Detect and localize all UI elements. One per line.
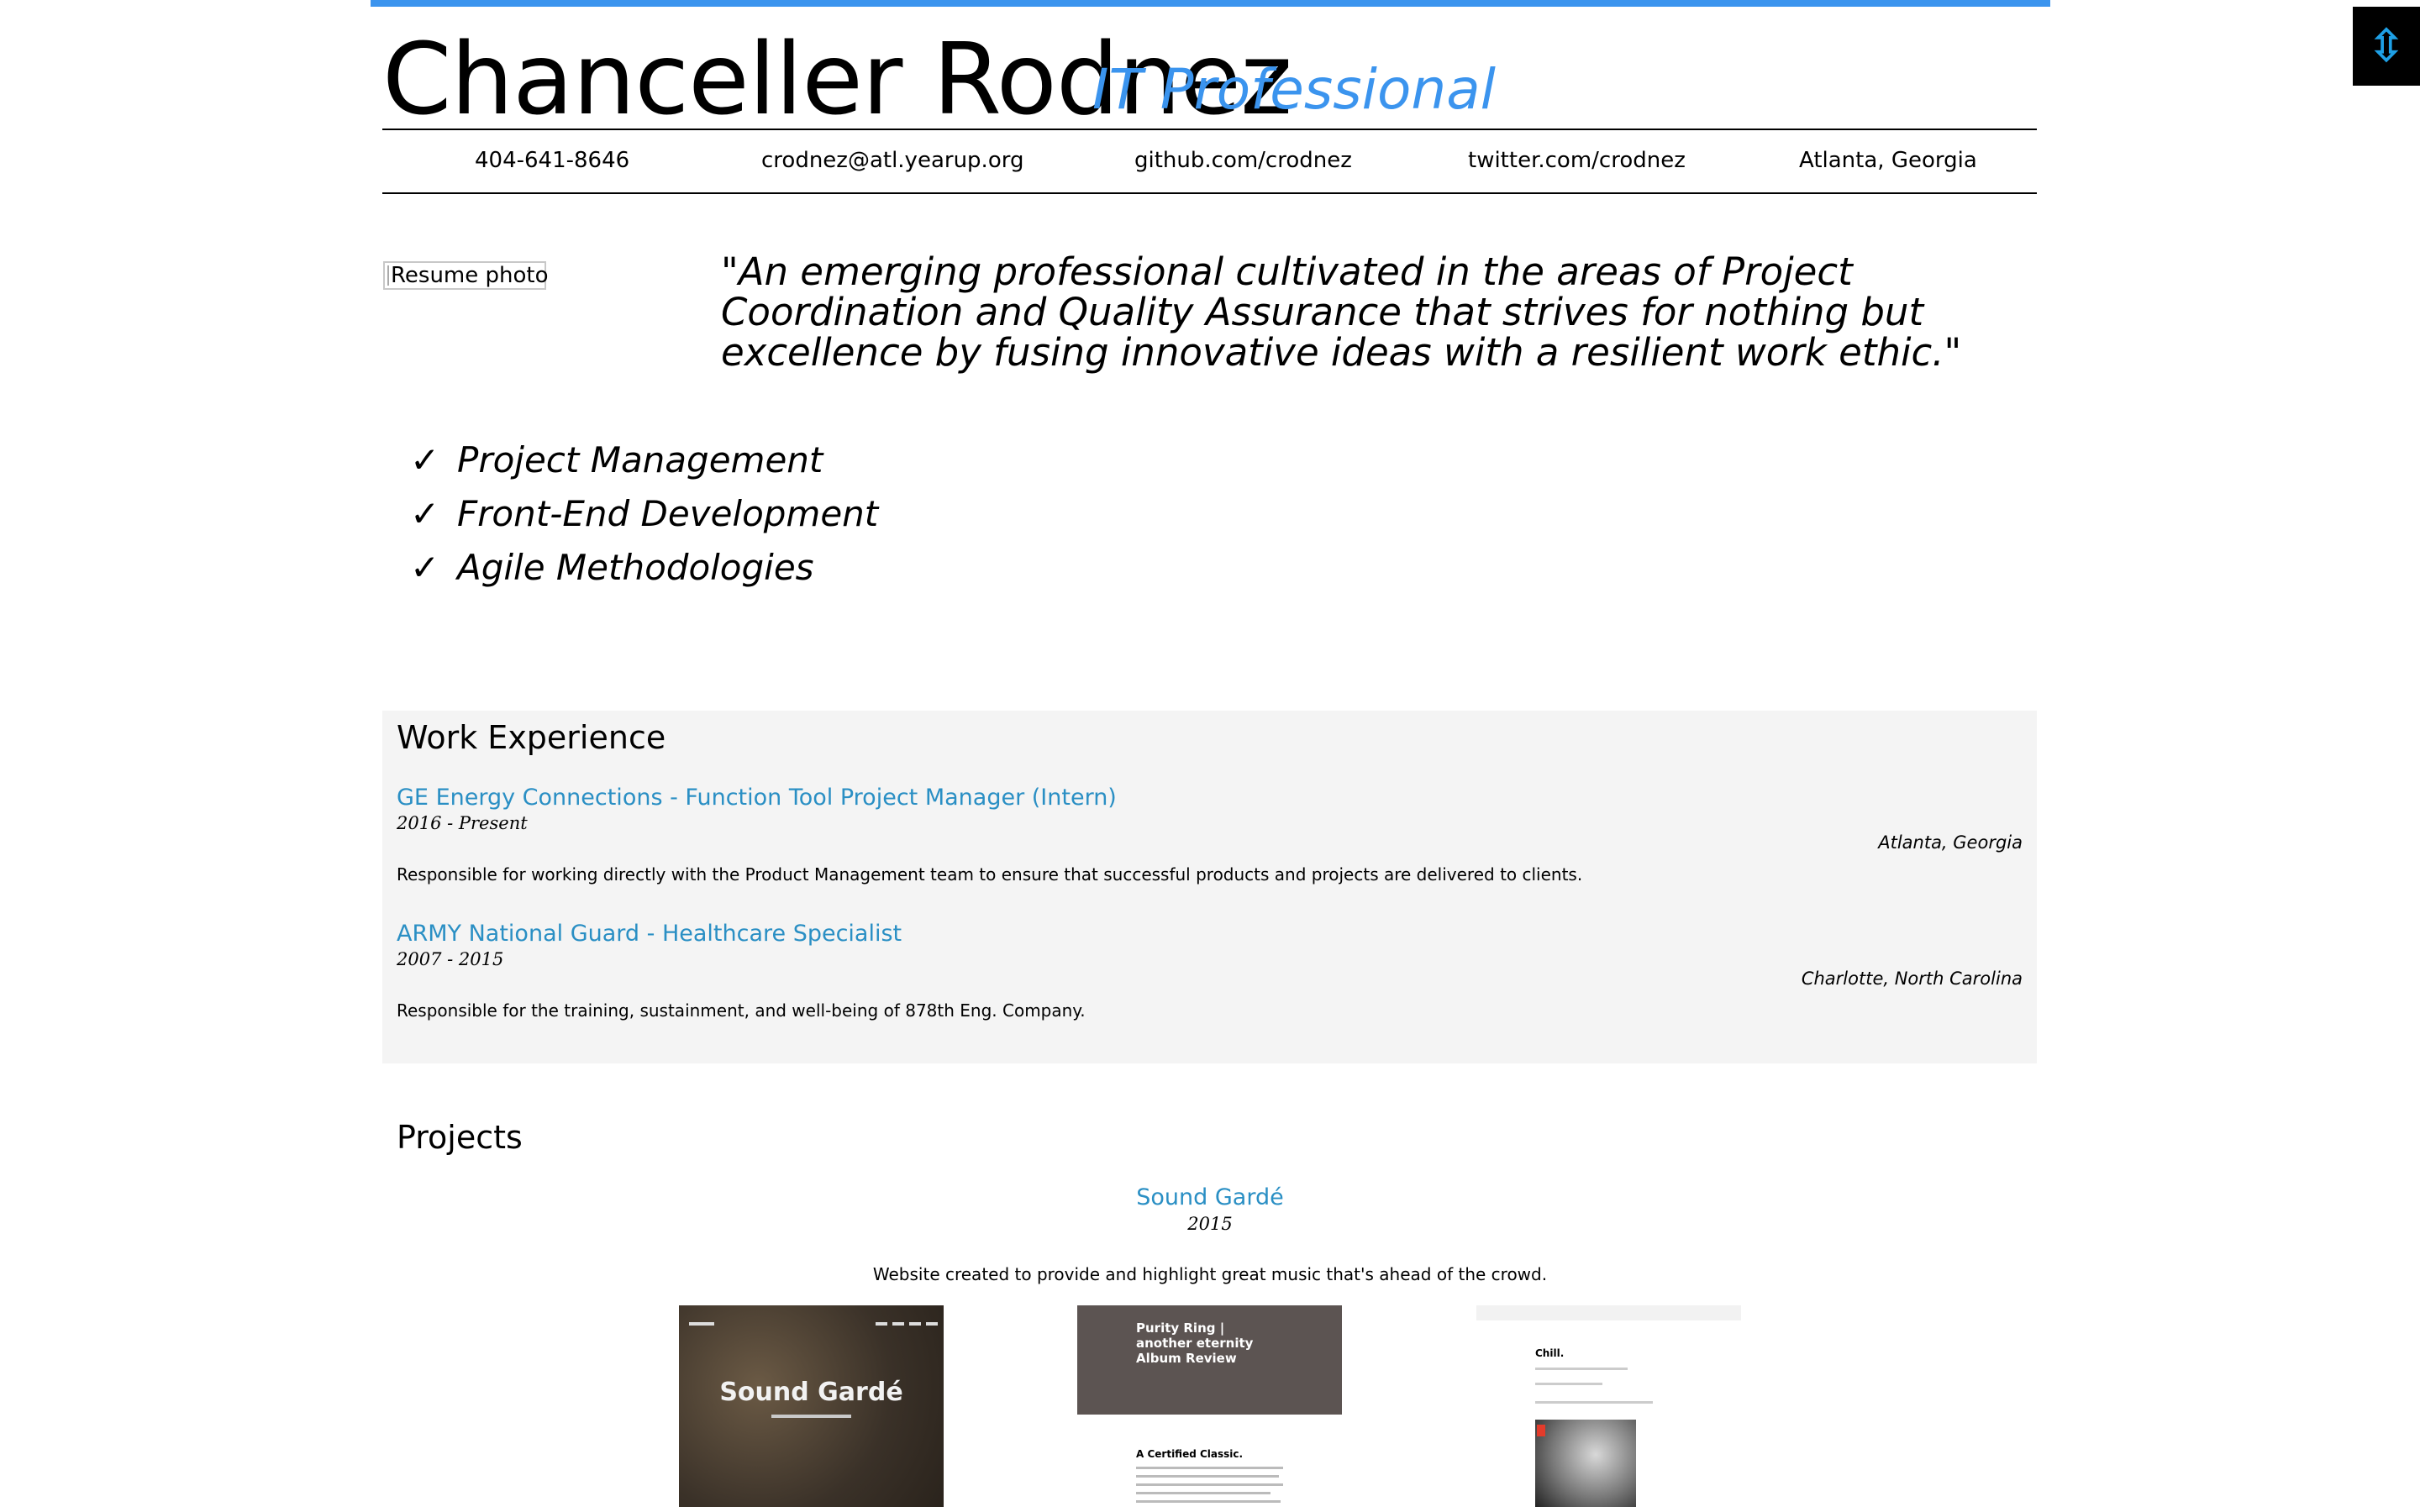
screenshot-nav [689,1322,938,1331]
screenshot-text-line [1535,1383,1602,1385]
job-title-link[interactable]: ARMY National Guard - Healthcare Special… [397,921,902,947]
project-screenshot-home[interactable]: Sound Gardé [679,1305,944,1507]
job-location: Charlotte, North Carolina [1801,969,2023,989]
projects-heading: Projects [397,1119,523,1156]
scroll-toggle-button[interactable]: ⇳ [2353,7,2420,86]
screenshot-text-line [1535,1401,1653,1404]
job-description: Responsible for working directly with th… [397,864,1583,885]
project-description: Website created to provide and highlight… [872,1264,1548,1284]
screenshot-photo [1535,1420,1636,1507]
job-dates: 2016 - Present [397,813,528,833]
skill-item: ✓ Project Management [410,433,878,486]
skill-item: ✓ Front-End Development [410,486,878,540]
contact-location: Atlanta, Georgia [1799,148,1977,173]
project-title-link[interactable]: Sound Gardé [0,1184,2420,1210]
job-description: Responsible for the training, sustainmen… [397,1000,1086,1021]
skills-list: ✓ Project Management ✓ Front-End Develop… [410,433,878,594]
screenshot-logo-text: Sound Gardé [719,1378,903,1407]
job-location: Atlanta, Georgia [1878,832,2023,853]
contact-email-link[interactable]: crodnez@atl.yearup.org [761,145,1023,176]
screenshot-badge [1537,1425,1545,1436]
work-experience-heading: Work Experience [397,719,666,756]
contact-github-link[interactable]: github.com/crodnez [1134,145,1352,176]
project-screenshot-chill[interactable]: Chill. [1476,1305,1741,1507]
screenshot-text-line [1535,1368,1628,1370]
screenshot-hero-title: Purity Ring | another eternity Album Rev… [1136,1320,1254,1366]
skill-label: Project Management [457,438,823,480]
resume-page: ⇳ Chanceller Rodnez IT Professional 404-… [0,0,2420,1512]
personal-statement: "An emerging professional cultivated in … [721,249,1962,375]
broken-image-icon [387,265,389,286]
checkmark-icon: ✓ [410,438,440,480]
screenshot-nav [1476,1305,1741,1320]
screenshot-heading: A Certified Classic. [1136,1448,1244,1460]
contact-bar: 404-641-8646 crodnez@atl.yearup.org gith… [382,129,2037,194]
contact-twitter-link[interactable]: twitter.com/crodnez [1468,145,1686,176]
project-year: 2015 [1187,1214,1233,1234]
job-title-link[interactable]: GE Energy Connections - Function Tool Pr… [397,785,1117,811]
skill-label: Front-End Development [457,492,879,534]
skill-label: Agile Methodologies [457,546,814,588]
contact-phone: 404-641-8646 [475,148,630,173]
checkmark-icon: ✓ [410,546,440,588]
work-experience-section: Work Experience GE Energy Connections - … [382,711,2037,1063]
project-screenshot-review[interactable]: Purity Ring | another eternity Album Rev… [1077,1305,1342,1507]
job-role-title: IT Professional [1092,57,1497,122]
screenshot-text-line [1136,1492,1270,1494]
up-down-arrow-icon: ⇳ [2367,19,2406,72]
job-dates: 2007 - 2015 [397,949,504,969]
skill-item: ✓ Agile Methodologies [410,540,878,594]
screenshot-text-line [1136,1483,1283,1486]
screenshot-text-line [1136,1500,1281,1503]
resume-photo-alt: Resume photo [391,263,549,288]
screenshot-text-line [1136,1467,1283,1469]
screenshot-text-line [1136,1475,1279,1478]
checkmark-icon: ✓ [410,492,440,534]
screenshot-heading: Chill. [1535,1347,1565,1359]
screenshot-subtitle-line [771,1415,851,1418]
top-accent-bar [371,0,2050,7]
resume-photo: Resume photo [383,261,549,290]
